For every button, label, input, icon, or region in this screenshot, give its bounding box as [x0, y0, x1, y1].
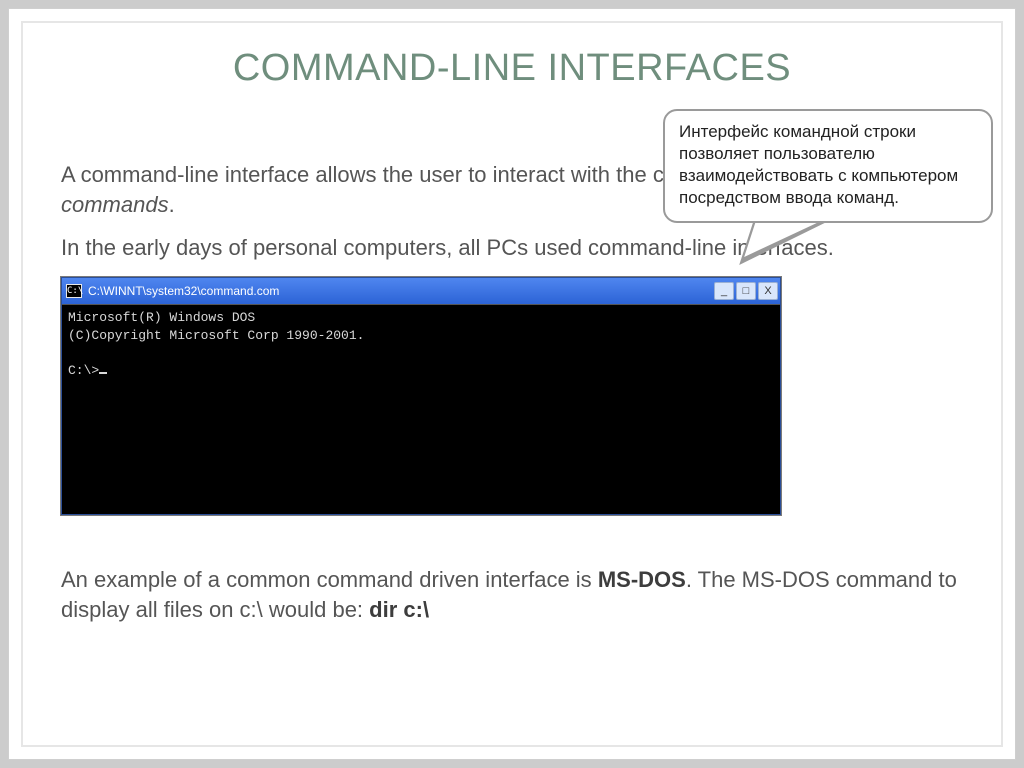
paragraph-1c: . [169, 192, 175, 217]
minimize-button[interactable]: _ [714, 282, 734, 300]
example-a: An example of a common command driven in… [61, 567, 598, 592]
window-controls: _ □ X [714, 282, 778, 300]
close-button[interactable]: X [758, 282, 778, 300]
dos-window-title: C:\WINNT\system32\command.com [88, 284, 279, 298]
example-dir: dir c:\ [369, 597, 429, 622]
dos-window: C:\ C:\WINNT\system32\command.com _ □ X … [61, 277, 781, 515]
dos-title-left: C:\ C:\WINNT\system32\command.com [66, 284, 279, 298]
maximize-button[interactable]: □ [736, 282, 756, 300]
example-paragraph: An example of a common command driven in… [61, 565, 963, 624]
page-title: COMMAND-LINE INTERFACES [61, 47, 963, 90]
translation-callout: Интерфейс командной строки позволяет пол… [663, 109, 993, 223]
dos-titlebar: C:\ C:\WINNT\system32\command.com _ □ X [62, 278, 780, 304]
dos-line-2: (C)Copyright Microsoft Corp 1990-2001. [68, 328, 364, 343]
dos-line-1: Microsoft(R) Windows DOS [68, 310, 255, 325]
dos-console: Microsoft(R) Windows DOS (C)Copyright Mi… [62, 304, 780, 514]
slide-frame: COMMAND-LINE INTERFACES A command-line i… [8, 8, 1016, 760]
dos-app-icon: C:\ [66, 284, 82, 298]
example-msdos: MS-DOS [598, 567, 686, 592]
dos-prompt: C:\> [68, 363, 99, 378]
paragraph-1-italic: commands [61, 192, 169, 217]
cursor-icon [99, 372, 107, 374]
